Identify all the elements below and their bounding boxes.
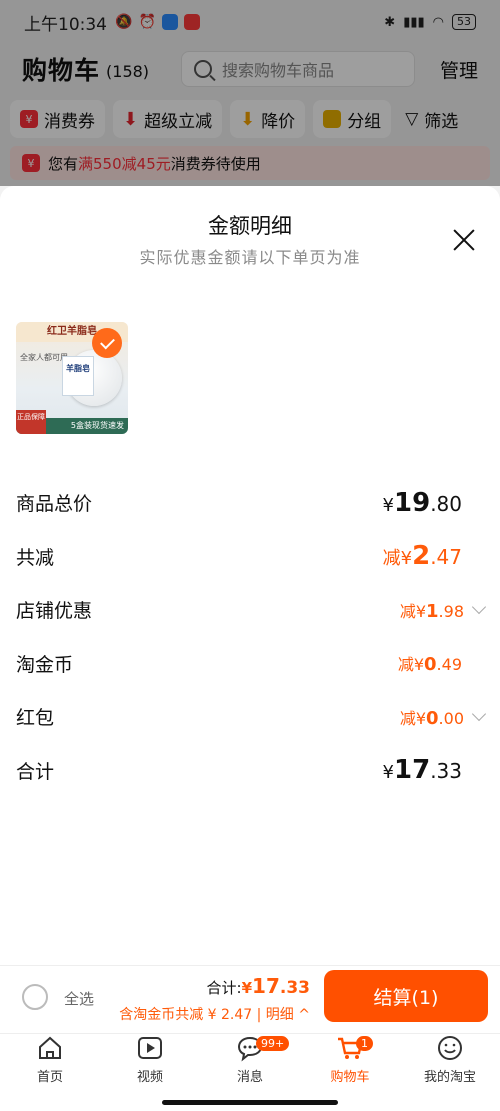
row-total-discount: 共减 减¥ 2.47 (0, 530, 500, 584)
tab-label: 购物车 (330, 1070, 370, 1085)
tab-label: 首页 (36, 1070, 63, 1085)
row-label: 淘金币 (16, 653, 74, 676)
chevron-down-icon[interactable] (471, 706, 487, 721)
video-icon (138, 1037, 162, 1059)
row-red-packet[interactable]: 红包 减¥ 0.00 (0, 690, 500, 744)
close-icon[interactable] (452, 228, 476, 252)
modal-backdrop[interactable] (0, 0, 500, 186)
row-value: 减¥ 0.49 (397, 654, 462, 676)
bottom-tab-bar: 首页 视频 消息 99+ 购物车 1 我的淘宝 (0, 1033, 500, 1091)
sheet-title: 金额明细 (208, 214, 292, 238)
row-label: 店铺优惠 (16, 600, 93, 623)
message-badge: 99+ (256, 1036, 290, 1051)
tab-profile[interactable]: 我的淘宝 (400, 1034, 500, 1091)
checkout-button[interactable]: 结算(1) (324, 970, 488, 1022)
row-value: ¥17.33 (382, 755, 462, 786)
row-value: 减¥ 2.47 (382, 541, 462, 572)
authentic-badge: 正品保障 (16, 410, 46, 434)
home-indicator[interactable] (162, 1100, 338, 1105)
row-subtotal: 商品总价 ¥19.80 (0, 476, 500, 530)
checkout-bar: 全选 合计: ¥17.33 含淘金币共减 ¥ 2.47 | 明细 ^ 结算(1) (0, 965, 500, 1031)
chevron-down-icon[interactable] (471, 599, 487, 614)
selected-check-icon[interactable] (92, 328, 122, 358)
price-breakdown: 商品总价 ¥19.80 共减 减¥ 2.47 店铺优惠 减¥ 1.98 淘金币 减¥… (0, 476, 500, 797)
discount-detail-link[interactable]: 含淘金币共减 ¥ 2.47 | 明细 ^ (119, 1004, 310, 1024)
checkout-total: 合计: ¥17.33 (207, 974, 310, 998)
row-taobao-coins: 淘金币 减¥ 0.49 (0, 637, 500, 691)
cart-badge: 1 (356, 1036, 373, 1051)
tab-home[interactable]: 首页 (0, 1034, 100, 1091)
select-all-radio[interactable] (22, 984, 48, 1010)
tab-messages[interactable]: 消息 99+ (200, 1034, 300, 1091)
total-amount: ¥17.33 (241, 974, 310, 998)
row-value: 减¥ 1.98 (399, 600, 464, 622)
home-icon (39, 1036, 61, 1059)
row-value: ¥19.80 (382, 487, 462, 518)
tab-cart[interactable]: 购物车 1 (300, 1034, 400, 1091)
product-box-text: 羊脂皂 (62, 356, 94, 396)
row-label: 商品总价 (16, 493, 93, 516)
tab-label: 消息 (236, 1070, 263, 1085)
sheet-subtitle: 实际优惠金额请以下单页为准 (139, 248, 361, 267)
row-store-discount[interactable]: 店铺优惠 减¥ 1.98 (0, 583, 500, 637)
product-side-text: 全家人都可用 (20, 353, 68, 362)
tab-label: 视频 (136, 1070, 163, 1085)
row-label: 红包 (16, 707, 55, 730)
row-label: 合计 (16, 760, 55, 783)
chevron-up-icon: ^ (293, 1007, 310, 1023)
select-all-label[interactable]: 全选 (64, 988, 94, 1009)
total-label: 合计: (206, 979, 242, 997)
row-value: 减¥ 0.00 (399, 707, 464, 729)
row-label: 共减 (16, 546, 55, 569)
tab-video[interactable]: 视频 (100, 1034, 200, 1091)
profile-icon (438, 1036, 462, 1060)
row-grand-total: 合计 ¥17.33 (0, 744, 500, 798)
tab-label: 我的淘宝 (423, 1070, 476, 1085)
